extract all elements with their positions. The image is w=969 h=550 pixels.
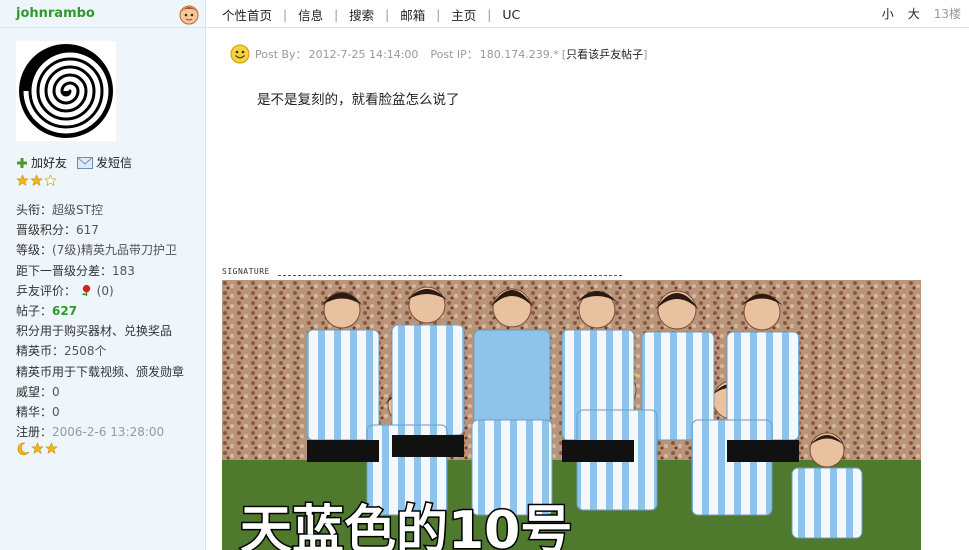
user-star-rating (16, 174, 57, 187)
send-message-label: 发短信 (96, 156, 133, 170)
info-coins-note: 精英币用于下载视频、颁发勋章 (16, 364, 185, 379)
nav-uc[interactable]: UC (502, 7, 520, 22)
user-actions: 加好友 发短信 (16, 154, 132, 171)
add-friend-label: 加好友 (31, 156, 68, 170)
signature-divider (278, 275, 622, 276)
info-posts: 帖子：627 (16, 303, 78, 318)
post-content: 是不是复刻的，就看脸盆怎么说了 (257, 92, 460, 108)
user-panel-header: johnrambo (0, 0, 205, 28)
send-message-button[interactable]: 发短信 (77, 154, 132, 171)
font-large-button[interactable]: 大 (908, 5, 920, 22)
signature-label: SIGNATURE (222, 267, 270, 276)
smiley-icon (230, 44, 250, 64)
info-prestige: 威望：0 (16, 384, 60, 399)
add-friend-button[interactable]: 加好友 (16, 154, 67, 171)
nav-info[interactable]: 信息 (298, 5, 323, 24)
spiral-avatar (16, 41, 116, 141)
post-meta: Post By： 2012-7-25 14:14:00 Post IP： 180… (230, 44, 647, 64)
flower-icon (82, 284, 91, 296)
envelope-icon (77, 156, 94, 169)
info-essence: 精华：0 (16, 404, 60, 419)
only-this-user-link[interactable]: 只看该乒友帖子 (566, 46, 643, 62)
post-ip-label: Post IP： (430, 48, 478, 61)
floor-number: 13楼 (933, 7, 961, 21)
nav-profile-home[interactable]: 个性首页 (222, 5, 272, 24)
user-rank-icons (16, 442, 58, 456)
post-ip: 180.174.239.* (479, 47, 559, 61)
post-body: Post By： 2012-7-25 14:14:00 Post IP： 180… (206, 29, 969, 550)
plus-icon (17, 157, 27, 168)
banner-title: 天蓝色的10号 (240, 501, 572, 550)
star-filled-icon (31, 442, 44, 455)
user-info-list: 头衔：超级ST控 晋级积分：617 等级：(7级)精英九品带刀护卫 距下一晋级分… (16, 200, 204, 442)
top-nav: 个性首页 | 信息 | 搜索 | 邮箱 | 主页 | UC 小 大 13楼 (206, 0, 969, 28)
nav-search[interactable]: 搜索 (349, 5, 374, 24)
star-empty-icon (44, 174, 57, 187)
signature-image: 天蓝色的10号 (222, 280, 921, 550)
info-registered: 注册：2006-2-6 13:28:00 (16, 425, 165, 440)
info-points-note: 积分用于购买器材、兑换奖品 (16, 324, 173, 339)
post-by-label: Post By： (255, 48, 307, 61)
nav-right: 小 大 13楼 (882, 5, 961, 22)
info-points: 晋级积分：617 (16, 223, 99, 238)
info-rating: 乒友评价： (0) (16, 283, 114, 298)
user-panel: johnrambo 加好友 发短信 头衔：超级ST控 晋级积分：617 等级：(… (0, 0, 206, 550)
font-small-button[interactable]: 小 (882, 5, 894, 22)
info-elite-coins: 精英币：2508个 (16, 344, 107, 359)
username-link[interactable]: johnrambo (16, 6, 95, 21)
star-filled-icon (45, 442, 58, 455)
argentina-team-photo: 天蓝色的10号 (222, 280, 921, 550)
nav-links: 个性首页 | 信息 | 搜索 | 邮箱 | 主页 | UC (222, 5, 521, 24)
nav-mailbox[interactable]: 邮箱 (400, 5, 425, 24)
nav-homepage[interactable]: 主页 (451, 5, 476, 24)
post-time: 2012-7-25 14:14:00 (308, 47, 419, 61)
moon-icon (17, 442, 30, 456)
user-face-icon (179, 5, 199, 25)
info-level: 等级：(7级)精英九品带刀护卫 (16, 243, 178, 258)
star-filled-icon (30, 174, 43, 187)
info-title: 头衔：超级ST控 (16, 203, 103, 217)
star-filled-icon (16, 174, 29, 187)
info-next-level-gap: 距下一晋级分差：183 (16, 263, 135, 278)
